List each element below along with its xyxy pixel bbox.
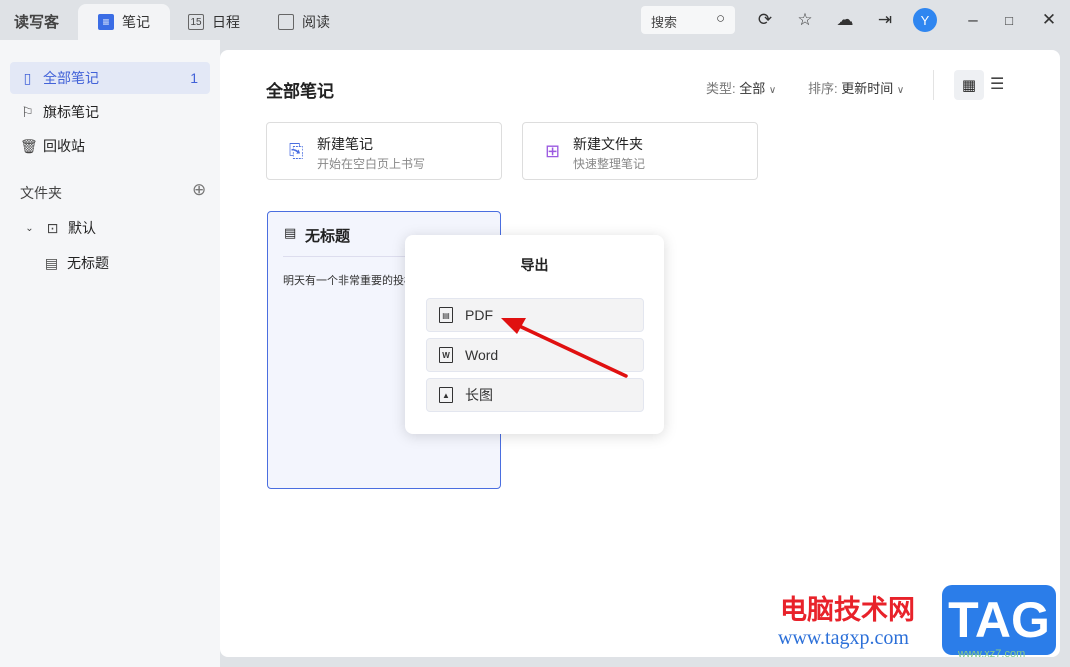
- watermark-url: www.tagxp.com: [778, 627, 909, 649]
- watermark-logo: TAG: [942, 585, 1056, 655]
- annotation-arrow: [501, 318, 628, 378]
- watermark-sub: www.xz7.com: [958, 648, 1026, 660]
- watermark-text: 电脑技术网: [780, 595, 915, 625]
